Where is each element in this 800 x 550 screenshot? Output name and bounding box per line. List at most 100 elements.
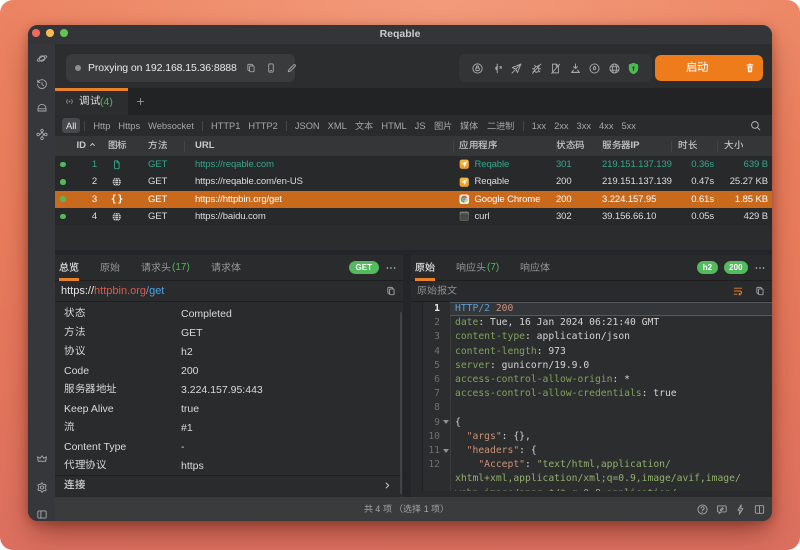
phone-proxy-icon[interactable] <box>265 62 277 74</box>
filter-chip-https[interactable]: Https <box>114 118 144 133</box>
feedback-icon[interactable] <box>715 503 728 516</box>
breakpoint-icon[interactable] <box>491 62 504 75</box>
column-header-3[interactable]: URL <box>184 136 453 156</box>
column-header-5[interactable] <box>556 136 602 156</box>
pane-tab-response-0[interactable] <box>415 255 435 281</box>
code-line-text: { <box>450 416 772 430</box>
column-header-0[interactable]: ID <box>71 136 97 156</box>
filter-chip-http1[interactable]: HTTP1 <box>207 118 244 133</box>
premium-sidebar-icon[interactable] <box>35 452 48 465</box>
filter-chip-1xx[interactable]: 1xx <box>528 118 550 133</box>
code-line-number <box>423 472 450 486</box>
help-icon[interactable] <box>696 503 709 516</box>
connection-section[interactable] <box>55 475 403 494</box>
debug-sidebar-icon[interactable] <box>35 52 48 65</box>
copy-response-icon[interactable] <box>754 285 766 297</box>
proxy-pill-icons <box>245 62 298 74</box>
filter-chip-二进制[interactable] <box>483 118 519 133</box>
copy-proxy-icon[interactable] <box>245 62 257 74</box>
column-header-8[interactable] <box>717 136 772 156</box>
filter-chip-html[interactable]: HTML <box>377 118 410 133</box>
updates-icon[interactable] <box>734 503 747 516</box>
more-options-icon[interactable] <box>754 262 766 274</box>
capture-settings-icon[interactable] <box>471 62 484 75</box>
pane-tab-response-1[interactable]: (7) <box>456 255 499 281</box>
layout-columns-icon[interactable] <box>753 503 766 516</box>
pane-tab-response-2[interactable] <box>520 255 550 281</box>
response-raw-view[interactable]: 1HTTP/2 2002date: Tue, 16 Jan 2024 06:21… <box>422 302 772 491</box>
network-icon[interactable] <box>608 62 621 75</box>
filter-chip-图片[interactable] <box>430 118 457 133</box>
proxy-status-pill[interactable]: Proxying on 192.168.15.36:8888 <box>66 54 295 82</box>
filter-chip-json[interactable]: JSON <box>291 118 324 133</box>
record-icon[interactable] <box>588 62 601 75</box>
script-disabled-icon[interactable] <box>530 62 543 75</box>
table-row-2[interactable]: 2GEThttps://reqable.com/en-USReqable2002… <box>55 173 772 190</box>
status-bar: 4 1 <box>55 497 772 521</box>
edit-proxy-icon[interactable] <box>286 62 298 74</box>
pane-tab-request-0[interactable] <box>59 255 79 281</box>
import-icon[interactable] <box>569 62 582 75</box>
filter-chip-3xx[interactable]: 3xx <box>573 118 595 133</box>
column-header-7[interactable] <box>671 136 717 156</box>
filter-chip-js[interactable]: JS <box>411 118 430 133</box>
cell-app: Reqable <box>453 176 556 187</box>
search-icon[interactable] <box>749 119 762 132</box>
filter-chip-http[interactable]: Http <box>89 118 114 133</box>
reqable-window: Reqable Proxying on 192.168.15.36:8888 (… <box>28 25 772 521</box>
column-header-2[interactable] <box>137 136 184 156</box>
code-token <box>455 431 467 442</box>
certificate-icon[interactable] <box>627 62 640 75</box>
cell-method: GET <box>137 176 184 187</box>
rewrite-disabled-icon[interactable] <box>510 62 523 75</box>
fold-icon[interactable] <box>443 449 449 453</box>
column-header-4[interactable] <box>453 136 556 156</box>
collection-sidebar-icon[interactable] <box>35 101 48 114</box>
copy-url-icon[interactable] <box>385 285 397 297</box>
pane-divider[interactable] <box>403 255 411 497</box>
pane-tab-request-1[interactable] <box>100 255 120 281</box>
filter-chip-xml[interactable]: XML <box>324 118 351 133</box>
fold-icon[interactable] <box>443 420 449 424</box>
raw-message-row <box>411 281 772 302</box>
pane-tab-request-2[interactable]: (17) <box>141 255 190 281</box>
start-button[interactable] <box>655 55 763 81</box>
raw-message-subtab[interactable] <box>417 285 457 297</box>
soft-wrap-icon[interactable] <box>732 285 744 297</box>
code-line-number: 6 <box>423 373 450 387</box>
proxy-status-dot <box>75 65 81 71</box>
pane-tab-request-3[interactable] <box>211 255 241 281</box>
filter-chip-媒体[interactable] <box>456 118 483 133</box>
add-tab-button[interactable] <box>128 88 152 115</box>
column-header-label: IP <box>602 140 639 151</box>
column-header-1[interactable] <box>97 136 137 156</box>
app-icon-reqable <box>459 159 470 170</box>
filter-chip-2xx[interactable]: 2xx <box>550 118 572 133</box>
scrollbar-thumb[interactable] <box>400 312 403 494</box>
panel-toggle-sidebar-icon[interactable] <box>35 508 48 521</box>
mock-disabled-icon[interactable] <box>549 62 562 75</box>
filter-chip-5xx[interactable]: 5xx <box>617 118 639 133</box>
history-sidebar-icon[interactable] <box>35 78 48 91</box>
filter-chip-all[interactable]: All <box>62 118 80 133</box>
clear-sessions-icon[interactable] <box>744 62 756 74</box>
cell-icon <box>97 176 137 188</box>
code-token-orange: "args" <box>467 431 502 442</box>
more-options-icon[interactable] <box>385 262 397 274</box>
settings-sidebar-icon[interactable] <box>35 481 48 494</box>
pane-tab-label <box>100 262 120 274</box>
filter-chip-4xx[interactable]: 4xx <box>595 118 617 133</box>
tab-debug[interactable]: (4) <box>55 88 128 115</box>
toolbox-sidebar-icon[interactable] <box>35 128 48 141</box>
table-row-3[interactable]: 3{}GEThttps://httpbin.org/getGoogle Chro… <box>55 191 772 208</box>
table-row-1[interactable]: 1GEThttps://reqable.comReqable301219.151… <box>55 156 772 173</box>
filter-chip-websocket[interactable]: Websocket <box>144 118 198 133</box>
sort-ascending-icon[interactable] <box>86 140 97 151</box>
filter-chip-文本[interactable] <box>351 118 378 133</box>
table-row-4[interactable]: 4GEThttps://baidu.comcurl30239.156.66.10… <box>55 208 772 225</box>
url-row-actions <box>385 285 397 297</box>
column-header-6[interactable]: IP <box>602 136 671 156</box>
cell-size: 429 B <box>717 211 772 222</box>
code-line-text: content-length: 973 <box>450 345 772 359</box>
filter-chip-http2[interactable]: HTTP2 <box>244 118 281 133</box>
